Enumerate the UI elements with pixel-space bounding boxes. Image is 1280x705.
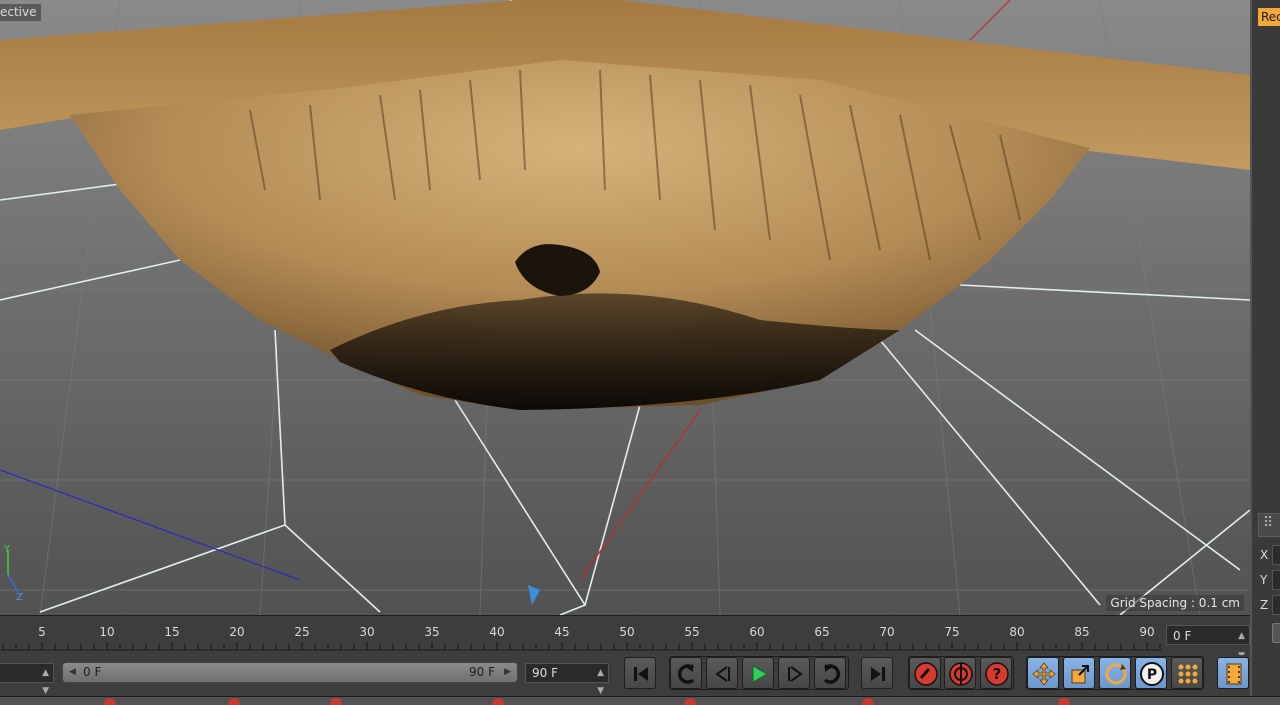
range-right-handle-icon[interactable]: ▶ — [504, 663, 511, 682]
timeline-tick-label: 75 — [944, 625, 959, 639]
timeline-ruler[interactable]: 5 10 15 20 25 30 35 40 45 50 55 60 65 70 75 80 85 90 — [0, 615, 1250, 656]
parameter-button[interactable]: P — [1135, 657, 1167, 689]
attributes-panel: Rec X Y Z — [1250, 0, 1280, 696]
scale-icon — [1071, 665, 1089, 684]
timeline-tick-label: 80 — [1009, 625, 1024, 639]
go-to-end-button[interactable] — [861, 657, 893, 689]
coord-y-field[interactable] — [1272, 570, 1280, 590]
timeline-tick-label: 35 — [424, 625, 439, 639]
timeline-tick-label: 70 — [879, 625, 894, 639]
timeline-tick-label: 85 — [1074, 625, 1089, 639]
go-to-start-button[interactable] — [624, 657, 656, 689]
timeline-ticks: 5 10 15 20 25 30 35 40 45 50 55 60 65 70 75 80 85 90 — [0, 625, 1162, 651]
coord-z-field[interactable] — [1272, 595, 1280, 615]
step-forward-icon — [788, 666, 803, 682]
end-stepper-icon[interactable]: ▲ ▼ — [597, 664, 604, 700]
current-frame-field[interactable]: 0 F ▲▼ — [1166, 625, 1250, 661]
current-frame-value: 0 F — [1173, 629, 1192, 643]
svg-text:?: ? — [993, 665, 1002, 683]
timeline-tick-label: 25 — [294, 625, 309, 639]
rotate-icon — [1105, 663, 1127, 685]
move-icon — [1032, 662, 1056, 686]
preview-end-value: 90 F — [532, 666, 558, 680]
move-tool-button[interactable] — [1027, 657, 1059, 689]
axis-y-label: Y — [3, 544, 11, 555]
point-level-button[interactable] — [1171, 657, 1203, 689]
record-button[interactable]: Rec — [1258, 8, 1280, 26]
scale-tool-button[interactable] — [1063, 657, 1095, 689]
parameter-icon: P — [1140, 662, 1164, 686]
rotate-tool-button[interactable] — [1099, 657, 1131, 689]
coord-y-label: Y — [1260, 573, 1268, 587]
timeline-tick-label: 10 — [99, 625, 114, 639]
grid-spacing-label: Grid Spacing : 0.1 cm — [1106, 595, 1244, 611]
timeline-tick-label: 65 — [814, 625, 829, 639]
viewport-camera-label[interactable]: ective — [0, 4, 41, 21]
range-start-label: 0 F — [83, 665, 102, 679]
timeline-tick-label: 90 — [1139, 625, 1154, 639]
svg-text:P: P — [1147, 667, 1157, 683]
viewport-scene: Y Z — [0, 0, 1250, 615]
panel-checkbox[interactable] — [1272, 623, 1280, 643]
point-level-icon — [1178, 664, 1198, 684]
help-icon: ? — [985, 662, 1009, 686]
timeline-film-icon — [1226, 663, 1242, 685]
range-end-label: 90 F — [469, 665, 495, 679]
coord-x-label: X — [1260, 548, 1269, 562]
timeline-button[interactable] — [1217, 657, 1249, 689]
previous-keyframe-button[interactable] — [670, 657, 702, 689]
panel-grip-icon[interactable] — [1258, 513, 1280, 537]
previous-keyframe-icon — [677, 664, 695, 684]
skip-to-end-icon — [871, 667, 885, 681]
skip-to-start-icon — [634, 667, 648, 681]
next-keyframe-button[interactable] — [814, 657, 846, 689]
next-frame-button[interactable] — [778, 657, 810, 689]
preview-end-field[interactable]: 90 F ▲ ▼ — [525, 663, 609, 696]
record-active-objects-button[interactable] — [909, 657, 941, 689]
previous-frame-button[interactable] — [706, 657, 738, 689]
preview-range-slider[interactable]: ◀ 0 F 90 F ▶ — [62, 662, 518, 683]
step-back-icon — [715, 666, 730, 682]
start-stepper-icon[interactable]: ▲ ▼ — [42, 664, 49, 700]
keyframe-help-button[interactable]: ? — [980, 657, 1012, 689]
preview-start-field[interactable]: ▲ ▼ — [0, 663, 54, 696]
timeline-tick-label: 5 — [38, 625, 46, 639]
timeline-tick-label: 15 — [164, 625, 179, 639]
timeline-tick-label: 40 — [489, 625, 504, 639]
autokey-button[interactable] — [944, 657, 976, 689]
3d-viewport[interactable]: Y Z ective Grid Spacing : 0.1 cm — [0, 0, 1250, 615]
record-keys-icon — [914, 662, 938, 686]
coord-x-field[interactable] — [1272, 545, 1280, 565]
timeline-tick-label: 20 — [229, 625, 244, 639]
timeline-tick-label: 60 — [749, 625, 764, 639]
coord-z-label: Z — [1260, 598, 1269, 612]
timeline-tick-label: 45 — [554, 625, 569, 639]
timeline-tick-label: 30 — [359, 625, 374, 639]
autokey-icon — [949, 662, 973, 686]
axis-z-label: Z — [16, 592, 23, 603]
timeline-tick-label: 50 — [619, 625, 634, 639]
timeline-tick-label: 55 — [684, 625, 699, 639]
range-left-handle-icon[interactable]: ◀ — [69, 663, 76, 682]
next-keyframe-icon — [823, 664, 841, 684]
play-button[interactable] — [742, 657, 774, 689]
play-icon — [752, 665, 769, 683]
